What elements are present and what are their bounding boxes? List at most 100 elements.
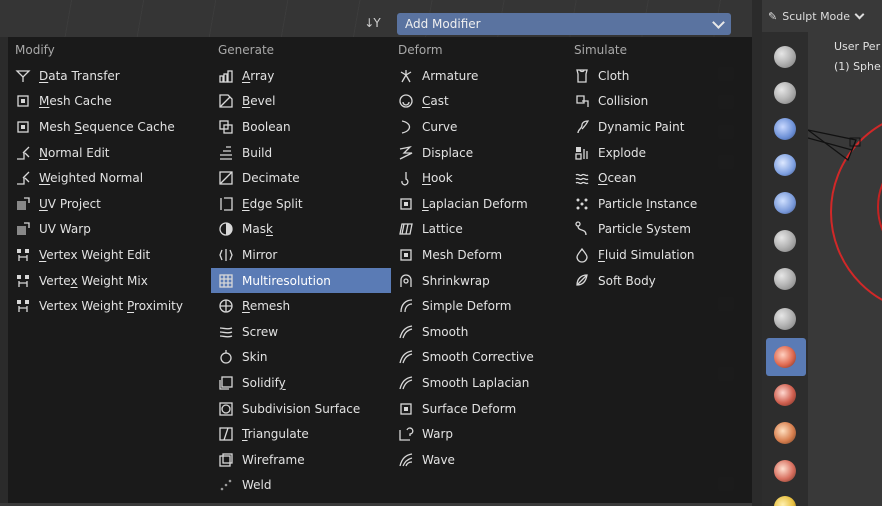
menu-item-smooth[interactable]: Smooth bbox=[391, 319, 567, 345]
crease-brush-icon[interactable] bbox=[774, 308, 796, 330]
menu-item-warp[interactable]: Warp bbox=[391, 421, 567, 447]
flatten-brush-icon[interactable] bbox=[774, 384, 796, 406]
layer-brush-icon[interactable] bbox=[774, 192, 796, 214]
menu-item-uv-warp[interactable]: UV Warp bbox=[8, 217, 211, 243]
clay-brush-icon[interactable] bbox=[774, 118, 796, 140]
menu-item-screw[interactable]: Screw bbox=[211, 319, 391, 345]
menu-item-label-pre: Lattice bbox=[422, 222, 463, 237]
menu-item-label-post: esh Cache bbox=[49, 94, 112, 109]
draw-sharp-brush-icon[interactable] bbox=[774, 82, 796, 104]
menu-item-subdivision-surface[interactable]: Subdivision Surface bbox=[211, 396, 391, 422]
menu-item-label: Dynamic Paint bbox=[598, 120, 684, 134]
menu-item-wireframe[interactable]: Wireframe bbox=[211, 447, 391, 473]
bevel-icon bbox=[218, 93, 234, 109]
sculpt-mode-selector[interactable]: ✎ Sculpt Mode bbox=[768, 6, 865, 26]
menu-item-remesh[interactable]: Remesh bbox=[211, 293, 391, 319]
add-modifier-dropdown[interactable]: Add Modifier bbox=[397, 13, 731, 35]
menu-item-smooth-corrective[interactable]: Smooth Corrective bbox=[391, 345, 567, 371]
armature-icon bbox=[398, 68, 414, 84]
menu-item-vertex-weight-mix[interactable]: Vertex Weight Mix bbox=[8, 268, 211, 294]
menu-item-hook[interactable]: Hook bbox=[391, 165, 567, 191]
menu-item-cloth[interactable]: Cloth bbox=[567, 63, 747, 89]
fill-brush-icon[interactable] bbox=[774, 422, 796, 444]
weighted-normal-icon bbox=[15, 170, 31, 186]
clay-strips-brush-icon[interactable] bbox=[774, 154, 796, 176]
menu-item-weld[interactable]: Weld bbox=[211, 473, 391, 499]
menu-item-curve[interactable]: Curve bbox=[391, 114, 567, 140]
menu-item-label-u: N bbox=[39, 145, 48, 160]
menu-item-dynamic-paint[interactable]: Dynamic Paint bbox=[567, 114, 747, 140]
vertex-weight-proximity-icon bbox=[15, 298, 31, 314]
menu-item-shrinkwrap[interactable]: Shrinkwrap bbox=[391, 268, 567, 294]
menu-item-laplacian-deform[interactable]: Laplacian Deform bbox=[391, 191, 567, 217]
menu-item-armature[interactable]: Armature bbox=[391, 63, 567, 89]
menu-item-multiresolution[interactable]: Multiresolution bbox=[211, 267, 391, 294]
smooth-icon bbox=[398, 324, 414, 340]
cast-icon bbox=[398, 93, 414, 109]
menu-item-smooth-laplacian[interactable]: Smooth Laplacian bbox=[391, 370, 567, 396]
menu-item-label-u: L bbox=[422, 196, 429, 211]
menu-item-mesh-sequence-cache[interactable]: Mesh Sequence Cache bbox=[8, 114, 211, 140]
menu-item-label-pre: Multiresolution bbox=[242, 273, 331, 288]
menu-item-wave[interactable]: Wave bbox=[391, 447, 567, 473]
solidify-icon bbox=[218, 375, 234, 391]
menu-item-label-pre: Wireframe bbox=[242, 452, 305, 467]
menu-item-particle-instance[interactable]: Particle Instance bbox=[567, 191, 747, 217]
scrape-brush-icon[interactable] bbox=[774, 460, 796, 482]
menu-item-vertex-weight-edit[interactable]: Vertex Weight Edit bbox=[8, 242, 211, 268]
menu-item-label-u: A bbox=[242, 68, 251, 83]
dynamic-paint-icon bbox=[574, 119, 590, 135]
menu-item-build[interactable]: Build bbox=[211, 140, 391, 166]
blob-brush-icon[interactable] bbox=[774, 268, 796, 290]
menu-item-triangulate[interactable]: Triangulate bbox=[211, 421, 391, 447]
sculpt-toolbar bbox=[762, 32, 808, 506]
inflate-brush-icon[interactable] bbox=[774, 230, 796, 252]
menu-item-label-pre: Warp bbox=[422, 427, 454, 442]
menu-item-weighted-normal[interactable]: Weighted Normal bbox=[8, 165, 211, 191]
multiplane-scrape-brush-icon[interactable] bbox=[774, 496, 796, 506]
menu-item-edge-split[interactable]: Edge Split bbox=[211, 191, 391, 217]
menu-item-vertex-weight-proximity[interactable]: Vertex Weight Proximity bbox=[8, 293, 211, 319]
menu-item-label: Data Transfer bbox=[39, 69, 120, 83]
menu-item-simple-deform[interactable]: Simple Deform bbox=[391, 293, 567, 319]
menu-item-mesh-cache[interactable]: Mesh Cache bbox=[8, 89, 211, 115]
menu-item-cast[interactable]: Cast bbox=[391, 89, 567, 115]
menu-item-label-pre: Boolean bbox=[242, 119, 291, 134]
menu-item-label-post: V Project bbox=[47, 196, 101, 211]
smooth-brush-icon[interactable] bbox=[774, 346, 796, 368]
menu-item-array[interactable]: Array bbox=[211, 63, 391, 89]
menu-item-ocean[interactable]: Ocean bbox=[567, 165, 747, 191]
menu-item-displace[interactable]: Displace bbox=[391, 140, 567, 166]
menu-item-mirror[interactable]: Mirror bbox=[211, 242, 391, 268]
menu-item-collision[interactable]: Collision bbox=[567, 89, 747, 115]
menu-item-mask[interactable]: Mask bbox=[211, 217, 391, 243]
menu-item-surface-deform[interactable]: Surface Deform bbox=[391, 396, 567, 422]
menu-item-explode[interactable]: Explode bbox=[567, 140, 747, 166]
menu-item-boolean[interactable]: Boolean bbox=[211, 114, 391, 140]
properties-sort-icon[interactable]: ↓Y bbox=[360, 14, 384, 32]
sculpt-brush-icon: ✎ bbox=[768, 9, 778, 23]
menu-item-mesh-deform[interactable]: Mesh Deform bbox=[391, 242, 567, 268]
menu-item-skin[interactable]: Skin bbox=[211, 345, 391, 371]
menu-item-label-post: ata Transfer bbox=[48, 68, 120, 83]
menu-item-decimate[interactable]: Decimate bbox=[211, 165, 391, 191]
menu-item-bevel[interactable]: Bevel bbox=[211, 89, 391, 115]
menu-item-uv-project[interactable]: UV Project bbox=[8, 191, 211, 217]
draw-brush-icon[interactable] bbox=[774, 46, 796, 68]
menu-item-label-pre: Mesh Deform bbox=[422, 247, 503, 262]
menu-item-normal-edit[interactable]: Normal Edit bbox=[8, 140, 211, 166]
menu-item-lattice[interactable]: Lattice bbox=[391, 217, 567, 243]
menu-item-label-pre: Simple Deform bbox=[422, 299, 512, 314]
menu-item-fluid-simulation[interactable]: Fluid Simulation bbox=[567, 242, 747, 268]
menu-item-soft-body[interactable]: Soft Body bbox=[567, 268, 747, 294]
menu-item-solidify[interactable]: Solidify bbox=[211, 370, 391, 396]
menu-item-label-post: ook bbox=[431, 171, 453, 186]
menu-item-particle-system[interactable]: Particle System bbox=[567, 217, 747, 243]
mask-icon bbox=[218, 221, 234, 237]
menu-item-label-pre: Dynamic Paint bbox=[598, 119, 685, 134]
particle-system-icon bbox=[574, 221, 590, 237]
menu-item-label-pre: Displace bbox=[422, 145, 474, 160]
menu-item-data-transfer[interactable]: Data Transfer bbox=[8, 63, 211, 89]
menu-item-label: Simple Deform bbox=[422, 299, 511, 313]
menu-item-label-pre: Skin bbox=[242, 350, 268, 365]
